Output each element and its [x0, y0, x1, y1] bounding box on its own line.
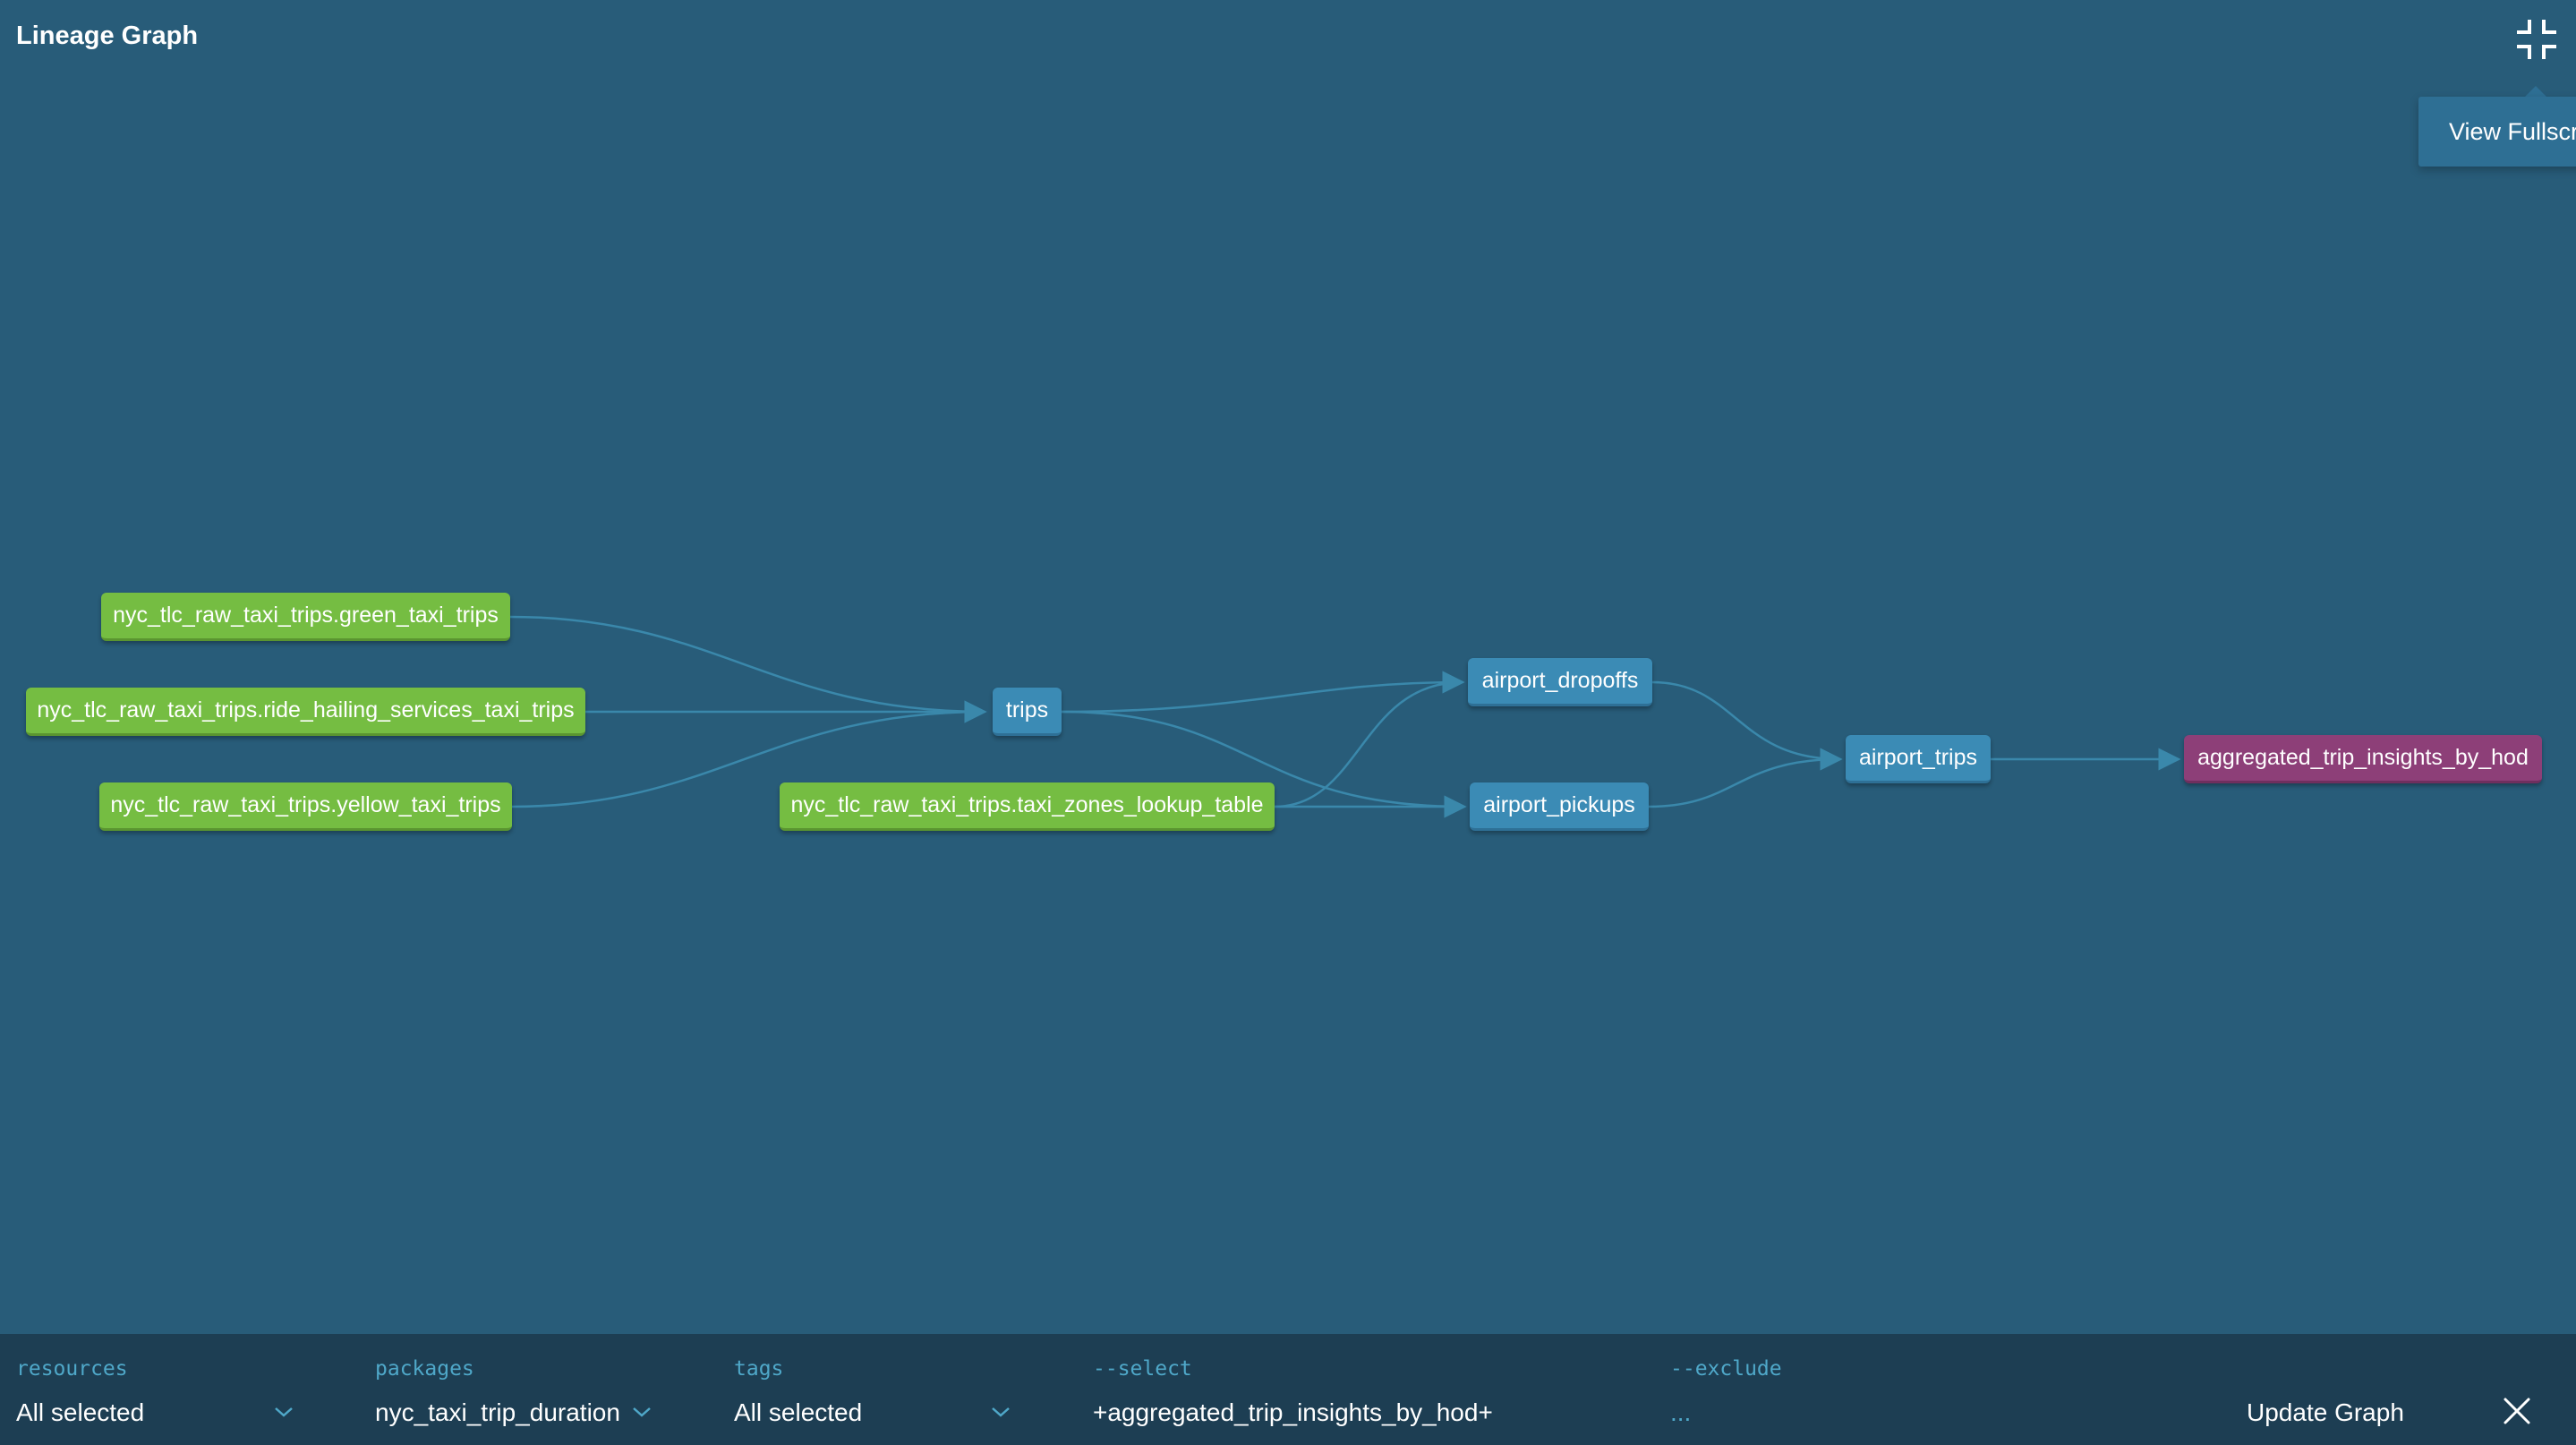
resources-select[interactable]: All selected — [16, 1398, 144, 1427]
edge-dropoffs-to-airporttrips — [1651, 680, 1843, 771]
node-aggregated-trip-insights-by-hod[interactable]: aggregated_trip_insights_by_hod — [2184, 735, 2542, 783]
node-airport-pickups[interactable]: airport_pickups — [1470, 782, 1649, 831]
lineage-edges — [509, 615, 2181, 818]
chevron-down-icon[interactable] — [991, 1406, 1011, 1418]
node-green-taxi-trips[interactable]: nyc_tlc_raw_taxi_trips.green_taxi_trips — [101, 593, 510, 641]
chevron-down-icon[interactable] — [274, 1406, 294, 1418]
update-graph-button[interactable]: Update Graph — [2247, 1398, 2404, 1427]
node-trips[interactable]: trips — [993, 688, 1062, 736]
filter-bar: resources All selected packages nyc_taxi… — [0, 1334, 2576, 1445]
close-icon[interactable] — [2501, 1395, 2533, 1427]
select-label: --select — [1093, 1357, 1192, 1381]
exclude-label: --exclude — [1670, 1357, 1782, 1381]
node-taxi-zones-lookup-table[interactable]: nyc_tlc_raw_taxi_trips.taxi_zones_lookup… — [780, 782, 1275, 831]
edge-zones-to-dropoffs — [1274, 671, 1465, 808]
node-airport-dropoffs[interactable]: airport_dropoffs — [1468, 658, 1652, 706]
packages-label: packages — [375, 1357, 474, 1381]
tags-label: tags — [734, 1357, 784, 1381]
edge-pickups-to-airporttrips — [1648, 748, 1843, 808]
node-yellow-taxi-trips[interactable]: nyc_tlc_raw_taxi_trips.yellow_taxi_trips — [99, 782, 512, 831]
packages-select[interactable]: nyc_taxi_trip_duration — [375, 1398, 620, 1427]
exclude-input[interactable]: ... — [1670, 1398, 1691, 1427]
chevron-down-icon[interactable] — [632, 1406, 652, 1418]
tags-select[interactable]: All selected — [734, 1398, 862, 1427]
node-ride-hailing-services-taxi-trips[interactable]: nyc_tlc_raw_taxi_trips.ride_hailing_serv… — [26, 688, 585, 736]
select-input[interactable]: +aggregated_trip_insights_by_hod+ — [1093, 1398, 1493, 1427]
node-airport-trips[interactable]: airport_trips — [1846, 735, 1991, 783]
edge-trips-to-dropoffs — [1061, 671, 1465, 714]
resources-label: resources — [16, 1357, 128, 1381]
